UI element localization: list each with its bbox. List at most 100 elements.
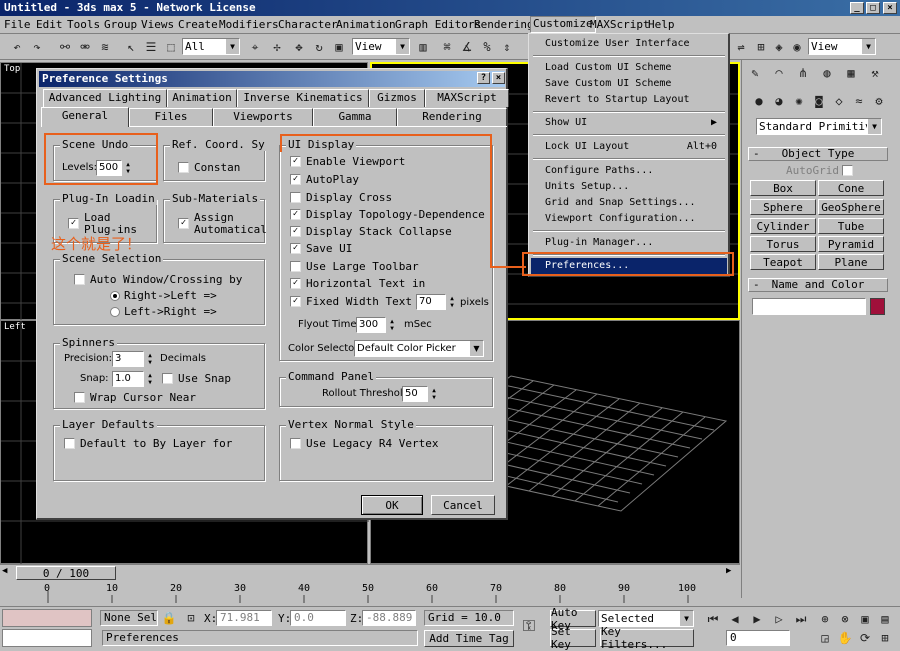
next-frame-icon[interactable]: ▷ [770, 610, 788, 628]
rollout-threshold-input[interactable]: 50 [402, 386, 428, 402]
tab-advanced-lighting[interactable]: Advanced Lighting [43, 89, 167, 107]
name-and-color-rollout[interactable]: - Name and Color [748, 278, 888, 292]
bind-space-warp-icon[interactable]: ≋ [96, 38, 114, 56]
menu-views[interactable]: Views [141, 18, 174, 31]
minimize-button[interactable]: _ [850, 2, 864, 14]
layer-icon[interactable]: ◈ [770, 38, 788, 56]
fixed-width-checkbox[interactable]: ✓ [290, 296, 301, 307]
selection-filter-dropdown[interactable]: All ▼ [182, 38, 240, 55]
cylinder-button[interactable]: Cylinder [750, 218, 816, 234]
snap-spinner-icon[interactable]: ▲ ▼ [146, 372, 154, 386]
zoom-extents-icon[interactable]: ▣ [856, 610, 874, 628]
undo-icon[interactable]: ↶ [8, 38, 26, 56]
zoom-extents-all-icon[interactable]: ▤ [876, 610, 894, 628]
align-icon[interactable]: ⊞ [752, 38, 770, 56]
tab-animation[interactable]: Animation [167, 89, 237, 107]
help-button[interactable]: ? [477, 72, 490, 84]
fixed-width-spinner-icon[interactable]: ▲ ▼ [448, 295, 456, 309]
menu-modifiers[interactable]: Modifiers [219, 18, 279, 31]
display-tab-icon[interactable]: ▦ [842, 64, 860, 82]
tab-inverse-kinematics[interactable]: Inverse Kinematics [237, 89, 369, 107]
menu-item-plugin-manager[interactable]: Plug-in Manager... [531, 235, 727, 251]
region-zoom-icon[interactable]: ◲ [816, 629, 834, 647]
enable-viewport-checkbox[interactable]: ✓ [290, 156, 301, 167]
redo-icon[interactable]: ↷ [28, 38, 46, 56]
utilities-tab-icon[interactable]: ⚒ [866, 64, 884, 82]
menu-item-load-ui-scheme[interactable]: Load Custom UI Scheme [531, 60, 727, 76]
absolute-mode-icon[interactable]: ⊡ [182, 609, 200, 627]
tab-viewports[interactable]: Viewports [213, 108, 313, 126]
teapot-button[interactable]: Teapot [750, 254, 816, 270]
tab-maxscript[interactable]: MAXScript [425, 89, 509, 107]
systems-icon[interactable]: ⚙ [870, 92, 888, 110]
geosphere-button[interactable]: GeoSphere [818, 199, 884, 215]
maxscript-listener-pink[interactable] [2, 609, 92, 627]
assign-auto-checkbox[interactable]: ✓ [178, 218, 189, 229]
tab-files[interactable]: Files [129, 108, 213, 126]
tab-gamma[interactable]: Gamma [313, 108, 397, 126]
modify-tab-icon[interactable]: ◠ [770, 64, 788, 82]
motion-tab-icon[interactable]: ◍ [818, 64, 836, 82]
lights-icon[interactable]: ✺ [790, 92, 808, 110]
mirror-icon[interactable]: ⇌ [732, 38, 750, 56]
play-icon[interactable]: ▶ [748, 610, 766, 628]
move-icon[interactable]: ✥ [290, 38, 308, 56]
slider-right-icon[interactable]: ▶ [726, 566, 738, 579]
cameras-icon[interactable]: ◙ [810, 92, 828, 110]
autoplay-checkbox[interactable]: ✓ [290, 174, 301, 185]
arc-rotate-icon[interactable]: ⟳ [856, 629, 874, 647]
box-button[interactable]: Box [750, 180, 816, 196]
percent-snap-icon[interactable]: % [478, 38, 496, 56]
track-bar[interactable]: 0 10 20 30 40 50 60 70 80 90 100 [0, 581, 740, 603]
select-by-region-icon[interactable]: ⌖ [246, 38, 264, 56]
right-left-radio[interactable] [110, 291, 120, 301]
menu-create[interactable]: Create [178, 18, 218, 31]
menu-item-customize-ui[interactable]: Customize User Interface [531, 36, 727, 52]
levels-spinner-icon[interactable]: ▲ ▼ [124, 161, 132, 175]
menu-item-lock-ui-layout[interactable]: Lock UI Layout Alt+0 [531, 139, 727, 155]
hierarchy-tab-icon[interactable]: ⋔ [794, 64, 812, 82]
y-coordinate-field[interactable]: 0.0 [290, 610, 346, 626]
tab-gizmos[interactable]: Gizmos [369, 89, 425, 107]
flyout-spinner-icon[interactable]: ▲ ▼ [388, 318, 396, 332]
auto-window-checkbox[interactable] [74, 274, 85, 285]
z-coordinate-field[interactable]: -88.889 [362, 610, 416, 626]
color-selector-dropdown[interactable]: Default Color Picker ▼ [354, 340, 484, 357]
menu-customize[interactable]: Customize [530, 16, 596, 33]
constant-checkbox[interactable] [178, 162, 189, 173]
menu-item-grid-snap[interactable]: Grid and Snap Settings... [531, 195, 727, 211]
menu-item-viewport-config[interactable]: Viewport Configuration... [531, 211, 727, 227]
current-frame-field[interactable]: 0 [726, 630, 790, 646]
precision-input[interactable]: 3 [112, 351, 144, 367]
menu-animation[interactable]: Animation [336, 18, 396, 31]
category-dropdown[interactable]: Standard Primitiv ▼ [756, 118, 882, 135]
create-tab-icon[interactable]: ✎ [746, 64, 764, 82]
menu-item-show-ui[interactable]: Show UI ▶ [531, 115, 727, 131]
menu-item-configure-paths[interactable]: Configure Paths... [531, 163, 727, 179]
snap-input[interactable]: 1.0 [112, 371, 144, 387]
cone-button[interactable]: Cone [818, 180, 884, 196]
display-topology-checkbox[interactable]: ✓ [290, 209, 301, 220]
menu-maxscript[interactable]: MAXScript [590, 18, 650, 31]
object-type-rollout[interactable]: - Object Type [748, 147, 888, 161]
menu-item-units-setup[interactable]: Units Setup... [531, 179, 727, 195]
slider-left-icon[interactable]: ◀ [2, 566, 14, 579]
ok-button[interactable]: OK [361, 495, 423, 515]
maxscript-listener-white[interactable] [2, 629, 92, 647]
go-to-start-icon[interactable]: ⏮ [704, 610, 722, 628]
tab-rendering[interactable]: Rendering [397, 108, 507, 126]
menu-tools[interactable]: Tools [67, 18, 100, 31]
default-by-layer-checkbox[interactable] [64, 438, 75, 449]
space-warps-icon[interactable]: ≈ [850, 92, 868, 110]
maximize-viewport-icon[interactable]: ⊞ [876, 629, 894, 647]
menu-item-save-ui-scheme[interactable]: Save Custom UI Scheme [531, 76, 727, 92]
menu-item-revert-layout[interactable]: Revert to Startup Layout [531, 92, 727, 108]
pan-icon[interactable]: ✋ [836, 629, 854, 647]
load-plugins-checkbox[interactable]: ✓ [68, 218, 79, 229]
region-select-icon[interactable]: ⬚ [162, 38, 180, 56]
zoom-all-icon[interactable]: ⊗ [836, 610, 854, 628]
close-button[interactable]: × [883, 2, 897, 14]
previous-frame-icon[interactable]: ◀ [726, 610, 744, 628]
unlink-icon[interactable]: ⚮ [76, 38, 94, 56]
key-filters-button[interactable]: Key Filters... [600, 625, 694, 651]
